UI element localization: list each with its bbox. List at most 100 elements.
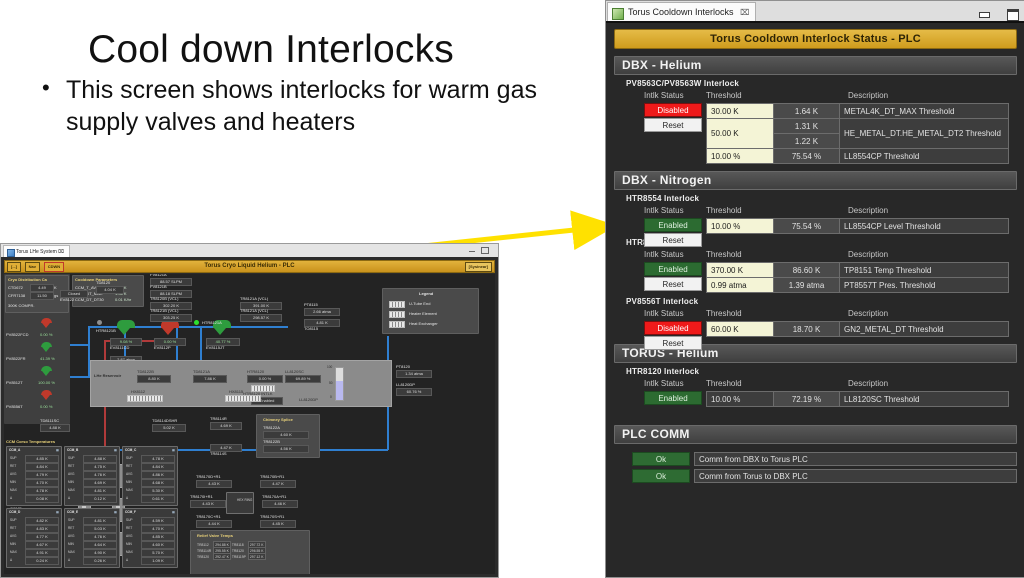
ccm-row-label: RET (10, 526, 17, 530)
threshold-input[interactable]: 60.00 K (706, 321, 774, 337)
valve-ev8111cd[interactable] (116, 320, 136, 335)
chart-icon[interactable]: ▦ (172, 510, 175, 514)
ccm-row-label: RET (68, 464, 75, 468)
minimize-icon[interactable] (978, 11, 990, 18)
interlock-rows: Enabled 10.00 % 72.19 % LL8120SC Threshold (626, 391, 1017, 407)
status-badge[interactable]: Disabled (644, 321, 702, 335)
diagram-sysinear-button[interactable]: [Sysinear] (464, 262, 492, 272)
pt8120-tag: PT8120 (396, 364, 411, 369)
reset-button[interactable]: Reset (644, 118, 702, 132)
torus-lhe-system-window[interactable]: Torus LHe System ⌧ [...] Nav CDWN Torus … (0, 243, 499, 578)
tab-torus-cooldown-interlocks[interactable]: Torus Cooldown Interlocks ⌧ (607, 2, 757, 22)
ccm-card-ccm_a[interactable]: CCM_A ▦ SUP 4.85 K RET 4.84 K AVG 4.79 K MIN 4.70… (6, 446, 62, 506)
gauge-max-label: 100 (327, 365, 333, 369)
panel-legend: Legend U-Tube End Heater Element Heat Ex… (382, 288, 479, 334)
plc-comm-status-0[interactable]: Ok (632, 452, 690, 466)
description-cell: GN2_METAL_DT Threshold (839, 321, 1009, 337)
diagram-btn-cdwn[interactable]: CDWN (43, 262, 65, 272)
ccm-row-value: 4.75 K (83, 463, 117, 471)
interlock-group-title: HTR8120 Interlock (626, 367, 700, 376)
torus-cooldown-interlocks-window[interactable]: Torus Cooldown Interlocks ⌧ Torus Cooldo… (605, 0, 1024, 578)
threshold-input[interactable]: 30.00 K (706, 103, 774, 119)
application-icon (612, 8, 624, 20)
plc-comm-rows: Ok Comm from DBX to Torus PLC Ok Comm fr… (632, 452, 1017, 484)
tr8121a-vcl-tag: TR8121A (VCL) (240, 308, 269, 313)
diagram-header-title: Torus Cryo Liquid Helium - PLC (204, 263, 295, 269)
tr8170d-tag: TR8170D+R1 (196, 474, 221, 479)
threshold-input[interactable]: 10.00 % (706, 391, 774, 407)
plc-comm-status-1[interactable]: Ok (632, 469, 690, 483)
status-badge[interactable]: Enabled (644, 262, 702, 276)
diagram-canvas[interactable]: Cryo Distribution Ca CTD672 4.49 K CFR71… (4, 274, 495, 574)
section-plc-comm: PLC COMM (614, 425, 1017, 444)
ccm-row-label: SUP (126, 456, 133, 460)
status-column: Enabled Reset (644, 218, 702, 248)
ccm-row-value: 4.77 K (25, 533, 59, 541)
valve-pv8512t[interactable] (40, 366, 53, 376)
reset-button[interactable]: Reset (644, 336, 702, 350)
ccm-card-ccm_d[interactable]: CCM_D ▦ SUP 4.82 K RET 4.83 K AVG 4.77 K MIN 4.67… (6, 508, 62, 568)
table-row: 0.99 atma 1.39 atma PT8557T Pres. Threshol… (706, 277, 1009, 293)
ccm-card-ccm_f[interactable]: CCM_F ▦ SUP 4.59 K RET 4.70 K AVG 4.85 K MIN 4.60… (122, 508, 178, 568)
minimize-icon[interactable] (469, 247, 475, 252)
valve-ev8112p[interactable] (160, 320, 180, 335)
diagram-window-controls[interactable] (464, 247, 494, 255)
column-header-status: Intlk Status (644, 309, 684, 318)
valve-pv8522fcd[interactable] (40, 318, 53, 328)
pt8115-value: 2.66 atma (304, 308, 340, 316)
ccm-row-value: 4.90 K (83, 549, 117, 557)
interlock-group-title: PV8563C/PV8563W Interlock (626, 79, 740, 88)
legend-label-heater: Heater Element (409, 311, 437, 316)
ccm-row-label: MAX (68, 488, 75, 492)
ccm-row-value: 4.64 K (83, 541, 117, 549)
chart-icon[interactable]: ▦ (114, 448, 117, 452)
relief-tag2-2: TR8119P (231, 554, 246, 559)
ccm-card-ccm_c[interactable]: CCM_C ▦ SUP 4.78 K RET 4.84 K AVG 4.86 K MIN 4.68… (122, 446, 178, 506)
column-header-status: Intlk Status (644, 250, 684, 259)
status-badge[interactable]: Enabled (644, 218, 702, 232)
ccm-card-ccm_b[interactable]: CCM_B ▦ SUP 4.88 K RET 4.75 K AVG 4.76 K MIN 4.69… (64, 446, 120, 506)
reset-button[interactable]: Reset (644, 233, 702, 247)
tr8170i-value: 4.43 K (190, 500, 226, 508)
ccm-row-value: 4.78 K (25, 487, 59, 495)
ccm-card-ccm_e[interactable]: CCM_E ▦ SUP 4.81 K RET 5.03 K AVG 4.76 K MIN 4.64… (64, 508, 120, 568)
bullet-marker: • (42, 75, 50, 100)
valve-pv8522fcd-tag: PV8522FCD (6, 332, 29, 337)
htr8121a-label: HTR8121A (202, 320, 222, 325)
column-header-description: Description (848, 206, 889, 215)
cryo-dist-value-0: 4.49 (30, 284, 54, 292)
chart-icon[interactable]: ▦ (114, 510, 117, 514)
column-header-threshold: Threshold (706, 91, 742, 100)
close-icon[interactable]: ⌧ (740, 8, 749, 17)
cryo-dist-unit-1: gs (54, 293, 59, 298)
maximize-icon[interactable] (481, 247, 490, 254)
page-title: Cool down Interlocks (88, 28, 455, 71)
diagram-header-buttons[interactable]: [...] Nav CDWN (7, 262, 66, 273)
threshold-input[interactable]: 10.00 % (706, 148, 774, 164)
maximize-icon[interactable] (1007, 8, 1019, 21)
ccm-row-value: 4.81 K (83, 517, 117, 525)
diagram-btn-nav[interactable]: Nav (24, 262, 41, 272)
valve-pv8522fr[interactable] (40, 342, 53, 352)
interlock-table: 30.00 K 1.64 K METAL4K_DT_MAX Threshold 50.… (706, 103, 1009, 164)
threshold-input[interactable]: 50.00 K (706, 118, 774, 149)
chart-icon[interactable]: ▦ (56, 448, 59, 452)
chart-icon[interactable]: ▦ (172, 448, 175, 452)
threshold-input[interactable]: 0.99 atma (706, 277, 774, 293)
reset-button[interactable]: Reset (644, 277, 702, 291)
diagram-btn-menu[interactable]: [...] (7, 262, 21, 272)
valve-pv8522fcd-value: 0.00 % (40, 332, 53, 337)
description-cell: METAL4K_DT_MAX Threshold (839, 103, 1009, 119)
threshold-input[interactable]: 10.00 % (706, 218, 774, 234)
chart-icon[interactable]: ▦ (56, 510, 59, 514)
status-badge[interactable]: Disabled (644, 103, 702, 117)
column-header-status: Intlk Status (644, 91, 684, 100)
threshold-input[interactable]: 370.00 K (706, 262, 774, 278)
valve-pv8556t[interactable] (40, 390, 53, 400)
column-headers: Intlk Status Threshold Description (626, 91, 1017, 103)
status-badge[interactable]: Enabled (644, 391, 702, 405)
relief-val2-2: 297.12 K (247, 553, 266, 560)
close-icon[interactable]: ⌧ (58, 249, 64, 255)
column-headers: Intlk Status Threshold Description (626, 309, 1017, 321)
column-header-threshold: Threshold (706, 250, 742, 259)
